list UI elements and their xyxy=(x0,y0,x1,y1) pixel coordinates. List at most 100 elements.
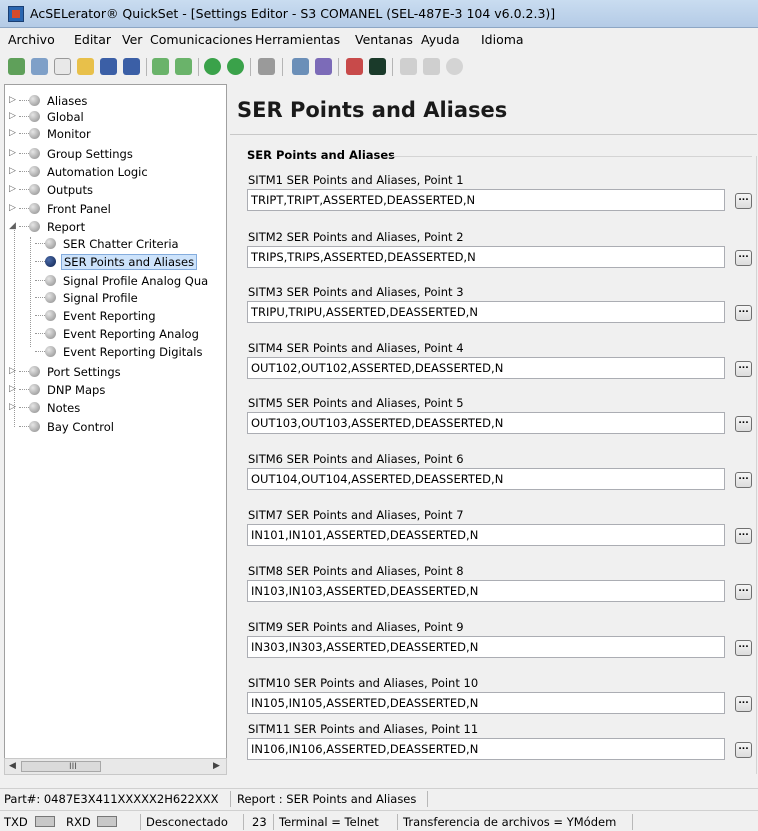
txd-indicator xyxy=(35,816,55,827)
setting-label: SITM9 SER Points and Aliases, Point 9 xyxy=(248,620,464,634)
tree-item-notes[interactable]: ▷ Notes xyxy=(9,400,224,416)
upload-icon[interactable] xyxy=(227,58,244,75)
hmi-icon[interactable] xyxy=(346,58,363,75)
collapse-icon[interactable]: ◢ xyxy=(9,221,19,231)
tree-item-automation-logic[interactable]: ▷ Automation Logic xyxy=(9,164,224,180)
tree-item-dnp-maps[interactable]: ▷ DNP Maps xyxy=(9,382,224,398)
menu-archivo[interactable]: Archivo xyxy=(8,32,55,47)
ellipsis-button[interactable]: ... xyxy=(735,361,752,377)
gear-icon[interactable] xyxy=(446,58,463,75)
expand-icon[interactable]: ▷ xyxy=(9,95,19,105)
setting-value-field[interactable]: TRIPU,TRIPU,ASSERTED,DEASSERTED,N xyxy=(247,301,725,323)
expand-icon[interactable]: ▷ xyxy=(9,148,19,158)
new-icon[interactable] xyxy=(54,58,71,75)
setting-value-field[interactable]: OUT103,OUT103,ASSERTED,DEASSERTED,N xyxy=(247,412,725,434)
node-icon xyxy=(45,275,56,286)
node-icon xyxy=(29,148,40,159)
tree-item-report[interactable]: ◢ Report xyxy=(9,219,224,235)
setting-sitm5: SITM5 SER Points and Aliases, Point 5 OU… xyxy=(247,396,757,442)
ellipsis-button[interactable]: ... xyxy=(735,193,752,209)
tree-item-event-reporting[interactable]: Event Reporting xyxy=(25,308,224,324)
node-icon xyxy=(29,384,40,395)
terminal-icon[interactable] xyxy=(369,58,386,75)
tree-item-signal-profile[interactable]: Signal Profile xyxy=(25,290,224,306)
ellipsis-button[interactable]: ... xyxy=(735,584,752,600)
tree-item-signal-profile-analog[interactable]: Signal Profile Analog Qua xyxy=(25,273,224,289)
rxd-indicator xyxy=(97,816,117,827)
tree-horizontal-scrollbar[interactable]: ◀ III ▶ xyxy=(4,758,227,775)
ellipsis-button[interactable]: ... xyxy=(735,742,752,758)
tree-item-aliases[interactable]: ▷ Aliases xyxy=(9,93,224,109)
app-logo-icon xyxy=(8,6,24,22)
setting-value-field[interactable]: IN101,IN101,ASSERTED,DEASSERTED,N xyxy=(247,524,725,546)
setting-sitm1: SITM1 SER Points and Aliases, Point 1 TR… xyxy=(247,173,757,219)
setting-value-field[interactable]: TRIPT,TRIPT,ASSERTED,DEASSERTED,N xyxy=(247,189,725,211)
tree-item-front-panel[interactable]: ▷ Front Panel xyxy=(9,201,224,217)
home-icon[interactable] xyxy=(8,58,25,75)
menu-ver[interactable]: Ver xyxy=(122,32,142,47)
ellipsis-button[interactable]: ... xyxy=(735,305,752,321)
tree-item-group-settings[interactable]: ▷ Group Settings xyxy=(9,146,224,162)
toolbar-separator xyxy=(146,58,147,76)
setting-value-field[interactable]: IN303,IN303,ASSERTED,DEASSERTED,N xyxy=(247,636,725,658)
ellipsis-button[interactable]: ... xyxy=(735,640,752,656)
tree-item-outputs[interactable]: ▷ Outputs xyxy=(9,182,224,198)
ellipsis-button[interactable]: ... xyxy=(735,696,752,712)
scroll-left-icon[interactable]: ◀ xyxy=(9,761,16,771)
tree-item-event-reporting-analog[interactable]: Event Reporting Analog xyxy=(25,326,224,342)
tree-item-ser-chatter-criteria[interactable]: SER Chatter Criteria xyxy=(25,236,224,252)
expand-icon[interactable]: ▷ xyxy=(9,203,19,213)
node-icon xyxy=(29,95,40,106)
tree-item-bay-control[interactable]: Bay Control xyxy=(9,419,224,435)
expand-icon[interactable]: ▷ xyxy=(9,184,19,194)
node-icon xyxy=(29,421,40,432)
report-icon[interactable] xyxy=(400,58,417,75)
setting-label: SITM11 SER Points and Aliases, Point 11 xyxy=(248,722,479,736)
expand-icon[interactable]: ▷ xyxy=(9,111,19,121)
setting-label: SITM6 SER Points and Aliases, Point 6 xyxy=(248,452,464,466)
setting-value-field[interactable]: OUT102,OUT102,ASSERTED,DEASSERTED,N xyxy=(247,357,725,379)
tree-item-port-settings[interactable]: ▷ Port Settings xyxy=(9,364,224,380)
save-all-icon[interactable] xyxy=(123,58,140,75)
menu-editar[interactable]: Editar xyxy=(74,32,111,47)
send-icon[interactable] xyxy=(315,58,332,75)
menu-herramientas[interactable]: Herramientas xyxy=(255,32,340,47)
save-icon[interactable] xyxy=(100,58,117,75)
scroll-thumb[interactable]: III xyxy=(21,761,101,772)
setting-sitm6: SITM6 SER Points and Aliases, Point 6 OU… xyxy=(247,452,757,498)
export-icon[interactable] xyxy=(175,58,192,75)
setting-value-field[interactable]: IN103,IN103,ASSERTED,DEASSERTED,N xyxy=(247,580,725,602)
scroll-right-icon[interactable]: ▶ xyxy=(213,761,220,771)
ellipsis-button[interactable]: ... xyxy=(735,250,752,266)
expand-icon[interactable]: ▷ xyxy=(9,366,19,376)
setting-sitm8: SITM8 SER Points and Aliases, Point 8 IN… xyxy=(247,564,757,610)
tree-item-ser-points-and-aliases[interactable]: SER Points and Aliases xyxy=(25,254,224,270)
ellipsis-button[interactable]: ... xyxy=(735,528,752,544)
expand-icon[interactable]: ▷ xyxy=(9,384,19,394)
menu-idioma[interactable]: Idioma xyxy=(481,32,524,47)
expand-icon[interactable]: ▷ xyxy=(9,166,19,176)
tree-item-event-reporting-digitals[interactable]: Event Reporting Digitals xyxy=(25,344,224,360)
menu-comunicaciones[interactable]: Comunicaciones xyxy=(150,32,253,47)
tree-item-monitor[interactable]: ▷ Monitor xyxy=(9,126,224,142)
list-icon[interactable] xyxy=(423,58,440,75)
connect-icon[interactable] xyxy=(31,58,48,75)
import-icon[interactable] xyxy=(152,58,169,75)
expand-icon[interactable]: ▷ xyxy=(9,128,19,138)
menu-ayuda[interactable]: Ayuda xyxy=(421,32,460,47)
setting-value-field[interactable]: IN105,IN105,ASSERTED,DEASSERTED,N xyxy=(247,692,725,714)
go-icon[interactable] xyxy=(204,58,221,75)
toolbar-separator xyxy=(338,58,339,76)
setting-value-field[interactable]: IN106,IN106,ASSERTED,DEASSERTED,N xyxy=(247,738,725,760)
tree-item-global[interactable]: ▷ Global xyxy=(9,109,224,125)
expand-icon[interactable]: ▷ xyxy=(9,402,19,412)
ellipsis-button[interactable]: ... xyxy=(735,416,752,432)
menu-ventanas[interactable]: Ventanas xyxy=(355,32,413,47)
ellipsis-button[interactable]: ... xyxy=(735,472,752,488)
settings-icon[interactable] xyxy=(258,58,275,75)
group-title: SER Points and Aliases xyxy=(247,148,396,162)
setting-value-field[interactable]: TRIPS,TRIPS,ASSERTED,DEASSERTED,N xyxy=(247,246,725,268)
open-icon[interactable] xyxy=(77,58,94,75)
read-icon[interactable] xyxy=(292,58,309,75)
setting-value-field[interactable]: OUT104,OUT104,ASSERTED,DEASSERTED,N xyxy=(247,468,725,490)
